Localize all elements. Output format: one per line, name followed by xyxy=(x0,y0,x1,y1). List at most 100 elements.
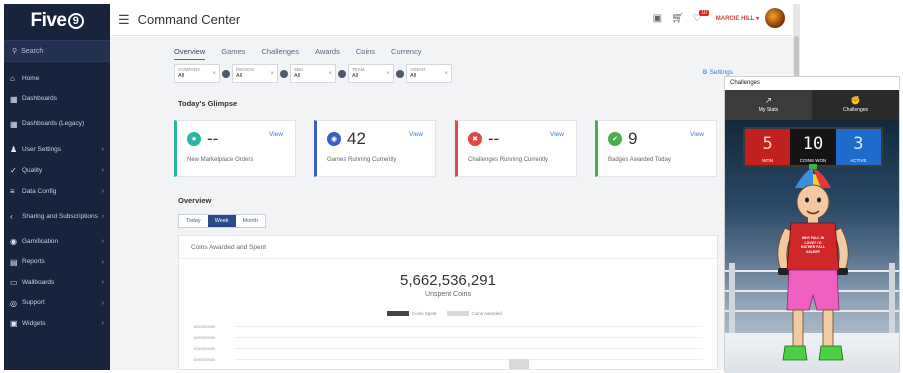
tab-games[interactable]: Games xyxy=(221,47,245,60)
sidebar-item-dashboards-legacy[interactable]: ▦ Dashboards (Legacy) xyxy=(4,109,110,139)
card-view-link[interactable]: View xyxy=(690,131,704,138)
chart-title: Coins Awarded and Spent xyxy=(191,244,267,251)
sidebar-item-quality[interactable]: ✓ Quality › xyxy=(4,160,110,181)
filter-clear-icon[interactable]: × xyxy=(328,71,332,77)
filter-clear-icon[interactable]: × xyxy=(212,71,216,77)
filter-connector-icon xyxy=(338,69,346,78)
filter-agent[interactable]: AGENT All × xyxy=(406,64,452,83)
sidebar-item-sharing-and-subscriptions[interactable]: ‹ Sharing and Subscriptions › xyxy=(4,202,110,231)
chevron-right-icon: › xyxy=(101,279,104,286)
sidebar-item-label: Quality xyxy=(22,166,43,174)
sidebar-item-dashboards[interactable]: ▦ Dashboards xyxy=(4,89,110,109)
sidebar-item-widgets[interactable]: ▣ Widgets › xyxy=(4,313,110,334)
glimpse-card: ✔ 9 View Badges Awarded Today xyxy=(595,120,717,177)
user-name: MARCIE HILL xyxy=(715,15,755,22)
support-icon: ◎ xyxy=(10,298,17,308)
bell-icon[interactable]: ♡ 10 xyxy=(693,9,709,24)
screen-icon[interactable]: ▣ xyxy=(653,13,662,24)
five9-logo[interactable]: Five 9 xyxy=(4,4,110,38)
sidebar-item-data-config[interactable]: ≡ Data Config › xyxy=(4,181,110,202)
y-tick-label: 1400000000 xyxy=(193,335,216,340)
boxer-shorts xyxy=(786,269,840,311)
filter-clear-icon[interactable]: × xyxy=(270,71,274,77)
filter-label: AGENT xyxy=(410,67,426,72)
widget-tab-challenges[interactable]: ✊ Challenges xyxy=(812,90,899,120)
legend-label: Coins Spent xyxy=(412,311,437,316)
chevron-right-icon: › xyxy=(101,299,104,307)
card-view-link[interactable]: View xyxy=(550,131,564,138)
boxer-eye xyxy=(817,197,821,203)
legend-swatch xyxy=(387,311,409,316)
glimpse-title: Today's Glimpse xyxy=(178,99,238,108)
card-value: -- xyxy=(207,129,219,148)
card-value: -- xyxy=(488,129,500,148)
filter-clear-icon[interactable]: × xyxy=(444,71,448,77)
sidebar-item-gamification[interactable]: ◉ Gamification › xyxy=(4,231,110,252)
settings-label: Settings xyxy=(709,69,734,76)
challenges-widget: Challenges ↗ My Stats ✊ Challenges 5 WON 10 CO… xyxy=(724,76,900,373)
sidebar-item-home[interactable]: ⌂ Home xyxy=(4,68,110,89)
filter-sbu[interactable]: SBU All × xyxy=(290,64,336,83)
tab-awards[interactable]: Awards xyxy=(315,47,340,60)
chevron-right-icon: › xyxy=(101,238,104,245)
avatar[interactable] xyxy=(765,8,785,28)
chevron-right-icon: › xyxy=(101,258,104,266)
filter-clear-icon[interactable]: × xyxy=(386,71,390,77)
gridline xyxy=(235,348,703,349)
filter-value: All xyxy=(294,73,301,79)
divider xyxy=(179,258,717,259)
boxer-leg xyxy=(792,309,804,349)
sidebar-item-label: Data Config xyxy=(22,187,57,195)
top-bar: ☰ Command Center ▣ 🛒︎ ♡ 10 MARCIE HILL ▾ xyxy=(110,4,793,36)
chevron-right-icon: › xyxy=(101,213,104,220)
chevron-right-icon: › xyxy=(101,167,104,174)
check-icon: ✓ xyxy=(10,166,17,175)
period-week-button[interactable]: Week xyxy=(207,215,236,227)
gamepad-icon: ◉ xyxy=(327,132,341,146)
hamburger-menu-icon[interactable]: ☰ xyxy=(118,12,130,28)
period-month-button[interactable]: Month xyxy=(235,215,265,227)
gridline xyxy=(235,337,703,338)
tab-coins[interactable]: Coins xyxy=(356,47,375,60)
sidebar-item-user-settings[interactable]: ♟ User Settings › xyxy=(4,139,110,160)
filter-company[interactable]: COMPANY All × xyxy=(174,64,220,83)
shirt-slogan: WHY FALL IN LOVE? I'D RATHER FALL ASLEEP xyxy=(800,236,826,254)
gridline xyxy=(235,359,703,360)
filter-label: SBU xyxy=(294,67,304,72)
filter-team[interactable]: TEAM All × xyxy=(348,64,394,83)
logo-mark: 9 xyxy=(67,13,84,29)
search-input[interactable]: ⚲ Search xyxy=(4,40,110,62)
sidebar-item-reports[interactable]: ▤ Reports › xyxy=(4,252,110,272)
chevron-right-icon: › xyxy=(101,320,104,327)
sidebar-item-support[interactable]: ◎ Support › xyxy=(4,293,110,313)
data-config-icon: ≡ xyxy=(10,187,15,196)
sidebar: Five 9 ⚲ Search ⌂ Home ▦ Dashboards ▦ Dashboar… xyxy=(4,4,110,370)
home-icon: ⌂ xyxy=(10,74,15,83)
chart-legend: Coins Spent Coins Awarded xyxy=(387,311,502,316)
gridline xyxy=(235,326,703,327)
period-today-button[interactable]: Today xyxy=(179,215,208,227)
page-title: Command Center xyxy=(137,12,241,27)
card-view-link[interactable]: View xyxy=(409,131,423,138)
card-value: 42 xyxy=(347,129,366,148)
card-view-link[interactable]: View xyxy=(269,131,283,138)
sidebar-item-wallboards[interactable]: ▭ Wallboards › xyxy=(4,272,110,293)
legend-label: Coins Awarded xyxy=(471,311,502,316)
cart-icon[interactable]: 🛒︎ xyxy=(671,13,684,24)
card-value: 9 xyxy=(628,129,638,148)
dashboard-icon: ▦ xyxy=(10,94,18,104)
widget-tabs: ↗ My Stats ✊ Challenges xyxy=(725,90,899,120)
tab-overview[interactable]: Overview xyxy=(174,47,206,60)
gamepad-icon: ◉ xyxy=(10,237,17,246)
settings-link[interactable]: ⚙ Settings xyxy=(702,68,733,76)
dashboard-legacy-icon: ▦ xyxy=(10,119,18,129)
tab-challenges[interactable]: Challenges xyxy=(261,47,299,60)
chevron-right-icon: › xyxy=(101,188,104,195)
widget-tab-label: My Stats xyxy=(758,107,779,113)
widget-tab-my-stats[interactable]: ↗ My Stats xyxy=(725,90,812,120)
filter-region[interactable]: REGION All × xyxy=(232,64,278,83)
user-menu[interactable]: MARCIE HILL ▾ xyxy=(716,15,759,22)
boxing-glove-icon: ✊ xyxy=(850,96,861,105)
sidebar-item-label: Home xyxy=(22,74,40,82)
tab-currency[interactable]: Currency xyxy=(391,47,421,60)
